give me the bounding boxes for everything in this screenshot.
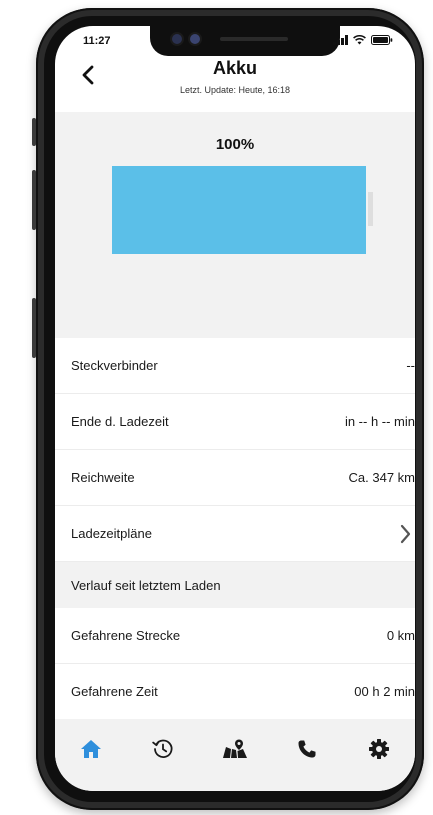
row-charge-end: Ende d. Ladezeit in -- h -- min: [55, 394, 415, 450]
phone-icon: [297, 739, 317, 764]
row-value: --: [406, 358, 415, 373]
row-label: Reichweite: [71, 470, 135, 485]
row-time-driven: Gefahrene Zeit 00 h 2 min: [55, 664, 415, 720]
status-time: 11:27: [83, 35, 111, 47]
row-range: Reichweite Ca. 347 km: [55, 450, 415, 506]
row-label: Ende d. Ladezeit: [71, 414, 169, 429]
mute-switch: [32, 118, 36, 146]
row-value: in -- h -- min: [344, 414, 415, 429]
tab-phone[interactable]: [287, 735, 327, 767]
battery-tip: [368, 192, 373, 226]
volume-up-button: [32, 170, 36, 230]
signal-bars-icon: [333, 35, 348, 45]
bottom-tab-bar: [55, 719, 415, 791]
row-label: Gefahrene Strecke: [71, 628, 181, 643]
settings-gear-icon: [368, 738, 390, 765]
last-update-label: Letzt. Update: Heute, 16:18: [179, 85, 291, 95]
notch: [150, 26, 340, 56]
volume-down-button: [32, 298, 36, 358]
tab-home[interactable]: [71, 735, 111, 767]
row-value: 0 km: [386, 628, 415, 643]
tab-settings[interactable]: [359, 735, 399, 767]
history-icon: [152, 738, 174, 765]
history-section-header: Verlauf seit letztem Laden: [55, 562, 415, 608]
home-icon: [80, 739, 102, 764]
battery-percent: 100%: [215, 136, 255, 153]
speaker-grille: [220, 37, 288, 41]
row-value: Ca. 347 km: [348, 470, 415, 485]
wifi-icon: [353, 35, 366, 45]
sensor-icon: [190, 34, 200, 44]
page-title: Akku: [212, 58, 257, 78]
row-label: Steckverbinder: [71, 358, 158, 373]
row-label: Gefahrene Zeit: [71, 684, 158, 699]
battery-status-panel: 100%: [55, 112, 415, 338]
row-connector: Steckverbinder --: [55, 338, 415, 394]
row-value: 00 h 2 min: [354, 684, 415, 699]
tab-history[interactable]: [143, 735, 183, 767]
info-list: Steckverbinder -- Ende d. Ladezeit in --…: [55, 338, 415, 720]
chevron-right-icon: [395, 522, 415, 546]
front-camera-icon: [172, 34, 182, 44]
row-charging-schedules[interactable]: Ladezeitpläne: [55, 506, 415, 562]
row-distance-driven: Gefahrene Strecke 0 km: [55, 608, 415, 664]
tab-map[interactable]: [215, 735, 255, 767]
status-icons: [333, 35, 393, 45]
battery-fill-bar: [112, 166, 366, 254]
nav-header: Akku Letzt. Update: Heute, 16:18: [55, 58, 415, 112]
row-label: Ladezeitpläne: [71, 526, 152, 541]
battery-level-graphic: [112, 166, 373, 254]
status-bar: 11:27: [55, 26, 415, 58]
map-icon: [222, 738, 248, 765]
battery-icon: [371, 35, 393, 45]
phone-screen: 11:27 Akku Letzt. Update: Heute, 16:18 1…: [55, 26, 415, 791]
